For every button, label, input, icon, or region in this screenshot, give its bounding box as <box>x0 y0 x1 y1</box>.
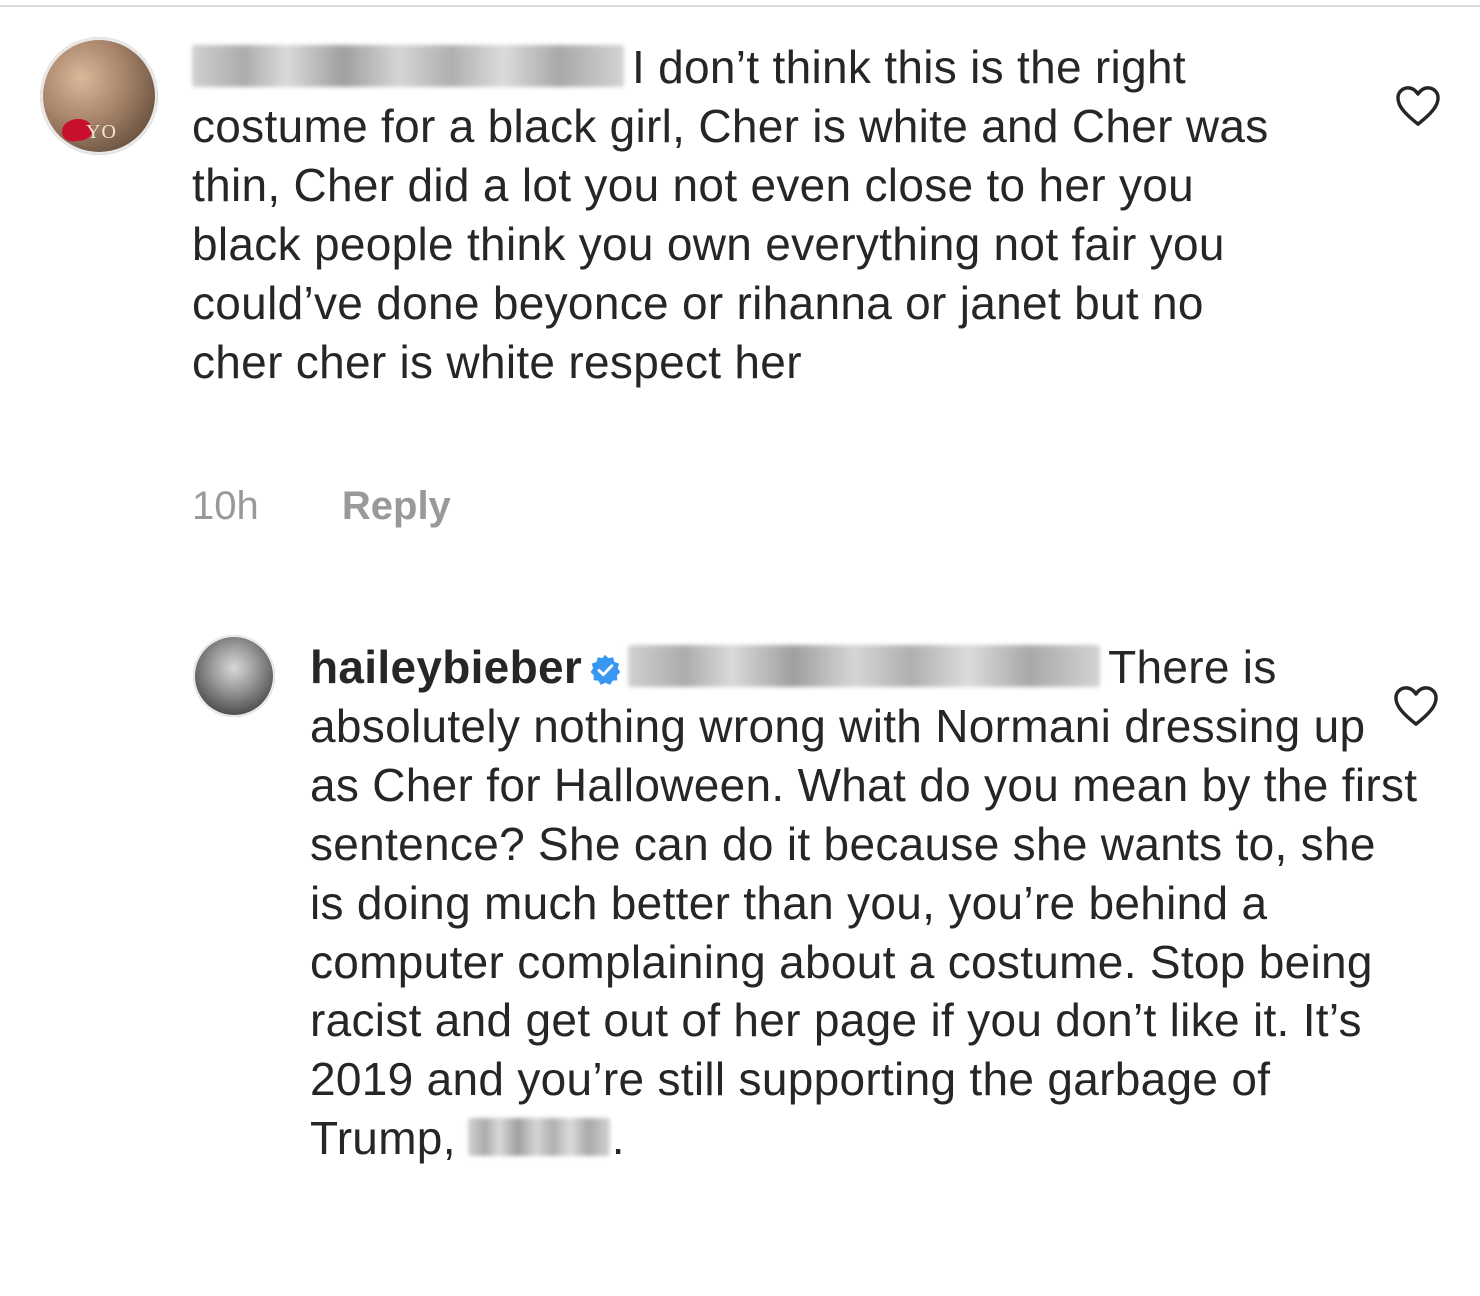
heart-outline-icon[interactable] <box>1393 685 1439 727</box>
comment-text: haileybieber There is absolutely nothing … <box>310 638 1420 1168</box>
heart-outline-icon[interactable] <box>1395 85 1441 127</box>
comment-meta: 10h Reply <box>192 484 451 529</box>
comment-body: I don’t think this is the right costume … <box>192 41 1269 388</box>
avatar[interactable]: YO <box>40 37 158 155</box>
comment-body: There is absolutely nothing wrong with N… <box>310 641 1418 1165</box>
comment-body-end: . <box>611 1112 625 1165</box>
avatar[interactable] <box>193 635 275 717</box>
verified-badge-icon <box>590 654 621 685</box>
reply-button[interactable]: Reply <box>342 484 451 528</box>
blurred-username[interactable] <box>192 45 624 87</box>
avatar-overlay-text: YO <box>86 121 117 143</box>
blurred-mention[interactable] <box>628 645 1101 687</box>
top-divider <box>0 5 1480 7</box>
blurred-name <box>467 1118 610 1157</box>
comment-username[interactable]: haileybieber <box>310 641 582 693</box>
comment-time: 10h <box>192 484 259 528</box>
comment-text: I don’t think this is the right costume … <box>192 38 1307 391</box>
